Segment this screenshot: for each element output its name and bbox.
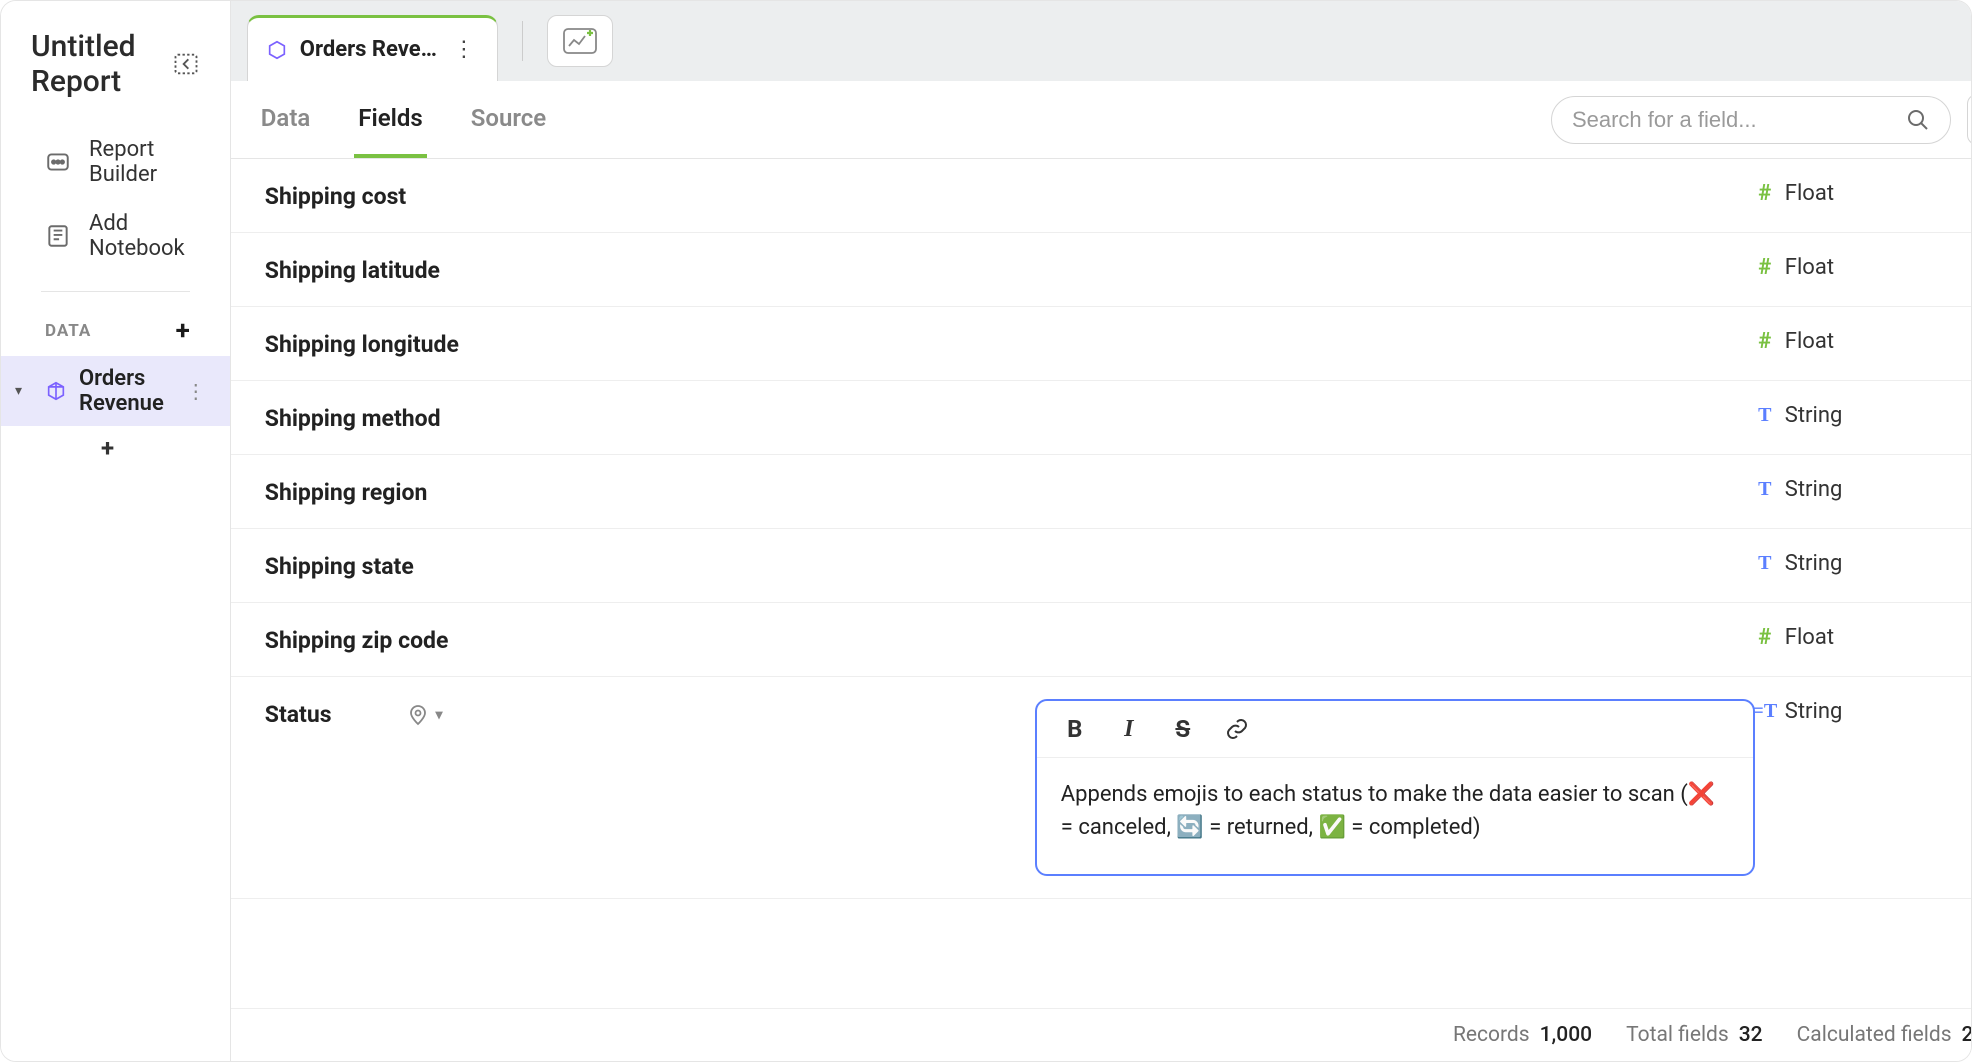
field-type[interactable]: #Float	[1755, 181, 1972, 206]
subtab-fields[interactable]: Fields	[354, 82, 426, 158]
collapse-icon	[172, 50, 200, 78]
data-section-label: DATA	[45, 321, 91, 341]
bold-button[interactable]: B	[1061, 715, 1089, 743]
field-row[interactable]: Shipping cost#FloatSum	[231, 159, 1972, 233]
string-type-icon: T	[1755, 554, 1775, 574]
float-type-icon: #	[1755, 258, 1775, 278]
field-type[interactable]: #Float	[1755, 255, 1972, 280]
float-type-icon: #	[1755, 184, 1775, 204]
field-type[interactable]: TString	[1755, 551, 1972, 576]
nav-label: Add Notebook	[89, 211, 186, 261]
data-item-label: Orders Revenue	[79, 366, 164, 416]
tab-bar: Orders Reve… ⋮	[231, 1, 1972, 81]
pin-icon	[406, 703, 430, 727]
tab-label: Orders Reve…	[300, 37, 437, 62]
editor-toolbar: BIS	[1037, 701, 1753, 758]
field-name: Shipping region	[265, 477, 1035, 506]
field-name: Shipping cost	[265, 181, 1035, 210]
field-location-picker[interactable]: ▾	[406, 703, 443, 727]
sidebar-nav: Report Builder Add Notebook	[1, 117, 230, 281]
string-type-icon: T	[1755, 480, 1775, 500]
divider	[41, 291, 190, 292]
add-child-button[interactable]: +	[1, 426, 230, 462]
field-row[interactable]: Shipping regionTStringCount	[231, 455, 1972, 529]
app-window: Untitled Report Report Builder Add Noteb…	[0, 0, 1972, 1062]
tab-orders-revenue[interactable]: Orders Reve… ⋮	[247, 15, 498, 81]
data-item-menu[interactable]: ⋮	[176, 379, 216, 403]
data-item-orders-revenue[interactable]: ▾ Orders Revenue ⋮	[1, 356, 230, 426]
field-row[interactable]: Shipping methodTStringCount	[231, 381, 1972, 455]
notebook-icon	[45, 223, 71, 249]
nav-label: Report Builder	[89, 137, 186, 187]
sidebar: Untitled Report Report Builder Add Noteb…	[1, 1, 231, 1061]
search-icon	[1906, 108, 1930, 132]
float-type-icon: #	[1755, 332, 1775, 352]
field-row[interactable]: Status▾BISAppends emojis to each status …	[231, 677, 1972, 899]
dataset-icon	[45, 380, 67, 402]
nav-add-notebook[interactable]: Add Notebook	[21, 199, 210, 273]
tab-menu-button[interactable]: ⋮	[449, 37, 479, 62]
stat-total-fields: Total fields 32	[1626, 1023, 1763, 1047]
sub-tabs: Data Fields Source	[257, 82, 550, 158]
subtab-source[interactable]: Source	[467, 82, 550, 158]
field-type[interactable]: TString	[1755, 403, 1972, 428]
new-field-button[interactable]: f+ New field	[1967, 94, 1972, 145]
description-editor[interactable]: BISAppends emojis to each status to make…	[1035, 699, 1755, 876]
field-type[interactable]: =TString	[1755, 699, 1972, 724]
status-bar: Records 1,000 Total fields 32 Calculated…	[231, 1008, 1972, 1061]
field-type[interactable]: TString	[1755, 477, 1972, 502]
nav-report-builder[interactable]: Report Builder	[21, 125, 210, 199]
field-name: Shipping method	[265, 403, 1035, 432]
strike-button[interactable]: S	[1169, 715, 1197, 743]
editor-textarea[interactable]: Appends emojis to each status to make th…	[1037, 758, 1753, 874]
field-name: Shipping latitude	[265, 255, 1035, 284]
sub-nav: Data Fields Source f+ New field	[231, 81, 1972, 159]
field-name: Shipping longitude	[265, 329, 1035, 358]
fields-list: Shipping cost#FloatSumShipping latitude#…	[231, 159, 1972, 1008]
main: Orders Reve… ⋮ Data Fields Source f+ New…	[231, 1, 1972, 1061]
string-type-icon: T	[1755, 406, 1775, 426]
chevron-down-icon: ▾	[436, 707, 443, 723]
add-chart-tab-button[interactable]	[547, 15, 613, 67]
add-chart-icon	[563, 28, 597, 54]
search-field-wrap[interactable]	[1551, 96, 1951, 144]
field-row[interactable]: Shipping zip code#FloatCount	[231, 603, 1972, 677]
field-name: Shipping zip code	[265, 625, 1035, 654]
link-icon	[1225, 717, 1249, 741]
dataset-icon	[266, 39, 288, 61]
collapse-sidebar-button[interactable]	[172, 47, 200, 81]
calc-string-type-icon: =T	[1755, 702, 1775, 722]
field-type[interactable]: #Float	[1755, 625, 1972, 650]
field-row[interactable]: Shipping latitude#FloatSum	[231, 233, 1972, 307]
field-name: Status▾	[265, 699, 1035, 728]
data-section-header: DATA +	[1, 302, 230, 356]
sidebar-header: Untitled Report	[1, 1, 230, 117]
field-type[interactable]: #Float	[1755, 329, 1972, 354]
field-editor-cell: BISAppends emojis to each status to make…	[1035, 699, 1755, 876]
add-data-button[interactable]: +	[166, 316, 200, 346]
field-name: Shipping state	[265, 551, 1035, 580]
stat-calc-fields: Calculated fields 2	[1797, 1023, 1972, 1047]
search-input[interactable]	[1572, 107, 1894, 133]
tab-separator	[522, 21, 523, 61]
stat-records: Records 1,000	[1453, 1023, 1592, 1047]
subtab-data[interactable]: Data	[257, 82, 314, 158]
field-row[interactable]: Shipping longitude#FloatSum	[231, 307, 1972, 381]
italic-button[interactable]: I	[1115, 715, 1143, 743]
report-builder-icon	[45, 149, 71, 175]
link-button[interactable]	[1223, 715, 1251, 743]
float-type-icon: #	[1755, 628, 1775, 648]
report-title[interactable]: Untitled Report	[31, 29, 172, 99]
field-row[interactable]: Shipping stateTStringCount	[231, 529, 1972, 603]
chevron-down-icon[interactable]: ▾	[15, 383, 33, 399]
